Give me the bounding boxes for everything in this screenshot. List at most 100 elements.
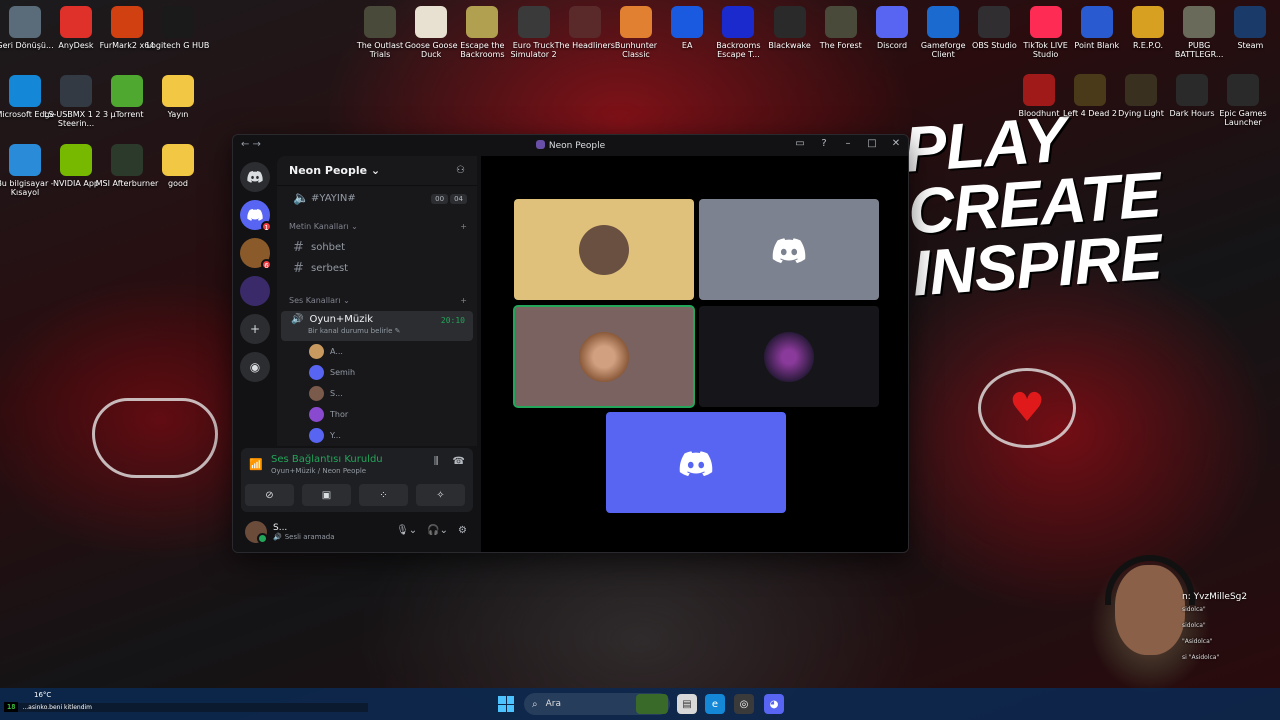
channel-label: sohbet <box>311 242 346 253</box>
folder-icon <box>162 144 194 176</box>
tiktok-icon <box>1029 6 1062 38</box>
desktop-shortcut[interactable]: Yayın <box>145 75 211 119</box>
logitech-icon <box>162 6 194 38</box>
direct-messages-icon[interactable] <box>240 162 270 192</box>
help-icon[interactable]: ? <box>818 138 830 149</box>
category-label: Metin Kanalları <box>289 221 349 231</box>
headphones-icon[interactable]: 🎧⌄ <box>427 525 448 536</box>
edge-icon[interactable]: e <box>705 694 725 714</box>
window-titlebar[interactable]: ← → Neon People ▭ ? – □ ✕ <box>233 135 908 156</box>
truck-icon <box>517 6 550 38</box>
add-channel-icon[interactable]: + <box>460 296 467 305</box>
voice-connection-panel: 📶 Ses Bağlantısı Kuruldu Oyun+Müzik / Ne… <box>241 448 473 512</box>
unread-badge: 6 <box>261 259 272 270</box>
furmark-icon <box>111 6 143 38</box>
blackwake-icon <box>773 6 806 38</box>
computer-icon <box>9 144 41 176</box>
file-explorer-icon[interactable]: ▤ <box>677 694 697 714</box>
pubg-icon <box>1183 6 1216 38</box>
widget-icon[interactable] <box>636 694 668 714</box>
recycle-bin-icon <box>9 6 41 38</box>
obs-icon[interactable]: ◎ <box>734 694 754 714</box>
participant-tile[interactable] <box>699 199 879 300</box>
screen-share-button[interactable]: ▣ <box>302 484 351 506</box>
signal-icon[interactable]: 📶 <box>249 458 263 471</box>
channel-sohbet[interactable]: # sohbet <box>281 237 473 258</box>
participant-tile[interactable] <box>514 199 694 300</box>
user-count: 00 <box>431 193 449 204</box>
connection-status[interactable]: Ses Bağlantısı Kuruldu <box>271 454 383 465</box>
participant-tile[interactable] <box>699 306 879 407</box>
desktop-shortcut[interactable]: Steam <box>1217 6 1280 50</box>
close-button[interactable]: ✕ <box>890 138 902 149</box>
nvidia-icon <box>60 144 92 176</box>
voice-user[interactable]: S... <box>277 383 477 404</box>
desktop-shortcut[interactable]: good <box>145 144 211 188</box>
desktop-shortcut[interactable]: Epic Games Launcher <box>1210 74 1276 127</box>
gameforge-icon <box>927 6 960 38</box>
search-placeholder: Ara <box>545 699 561 709</box>
anydesk-icon <box>60 6 92 38</box>
category-text[interactable]: Metin Kanalları ⌄ + <box>277 215 477 237</box>
voice-user[interactable]: A... <box>277 341 477 362</box>
bloodhunt-icon <box>1023 74 1055 106</box>
username[interactable]: S... <box>273 523 335 533</box>
discord-taskbar-icon[interactable]: ◕ <box>764 694 784 714</box>
invite-icon[interactable]: ⚇ <box>456 165 465 176</box>
server-avatar-1[interactable]: 1 <box>240 200 272 232</box>
voice-user[interactable]: Y... <box>277 425 477 446</box>
server-avatar-neon-people[interactable] <box>240 276 270 306</box>
hash-icon: # <box>293 240 304 255</box>
windows-start-icon[interactable] <box>498 696 514 712</box>
server-header[interactable]: Neon People ⌄ ⚇ <box>277 156 477 186</box>
channel-serbest[interactable]: # serbest <box>281 258 473 279</box>
participant-tile[interactable] <box>606 412 786 513</box>
voice-channel-active[interactable]: 🔊 Oyun+Müzik 20:10 Bir kanal durumu belir… <box>281 311 473 341</box>
weather-widget[interactable]: 16°C <box>34 691 368 699</box>
avatar[interactable] <box>245 521 268 544</box>
backrooms-icon <box>466 6 499 38</box>
msi-icon <box>111 144 143 176</box>
disconnect-icon[interactable]: ☎ <box>453 456 465 467</box>
voice-user-name: Thor <box>330 410 349 419</box>
voice-user[interactable]: Semih <box>277 362 477 383</box>
desktop-shortcut[interactable]: Logitech G HUB <box>145 6 211 50</box>
activities-button[interactable]: ⁘ <box>359 484 408 506</box>
microphone-icon[interactable]: 🎙⌄ <box>396 525 417 536</box>
channel-status[interactable]: Bir kanal durumu belirle <box>308 327 392 335</box>
outlast-icon <box>364 6 396 38</box>
avatar <box>309 407 324 422</box>
category-voice[interactable]: Ses Kanalları ⌄ + <box>277 289 477 311</box>
add-server-icon[interactable]: + <box>240 314 270 344</box>
discord-window[interactable]: ← → Neon People ▭ ? – □ ✕ 1 6 + ◉ Neon P… <box>232 134 909 553</box>
camera-button[interactable]: ⊘ <box>245 484 294 506</box>
discover-icon[interactable]: ◉ <box>240 352 270 382</box>
shortcut-label: Steam <box>1237 41 1264 50</box>
inbox-icon[interactable]: ▭ <box>794 138 806 149</box>
channel-yayin[interactable]: 🔈 #YAYIN# 00 04 <box>281 188 473 209</box>
server-avatar-2[interactable]: 6 <box>240 238 272 270</box>
settings-gear-icon[interactable]: ⚙ <box>458 525 467 536</box>
maximize-button[interactable]: □ <box>866 138 878 149</box>
minimize-button[interactable]: – <box>842 138 854 149</box>
user-panel: S... 🔊 Sesli aramada 🎙⌄ 🎧⌄ ⚙ <box>241 516 473 548</box>
steam-icon <box>1234 6 1267 38</box>
forest-icon <box>824 6 857 38</box>
channel-label: serbest <box>311 263 349 274</box>
category-label: Ses Kanalları <box>289 295 341 305</box>
voice-status-icon: 🔊 <box>273 533 282 541</box>
soundboard-button[interactable]: ✧ <box>416 484 465 506</box>
discord-icon <box>679 450 713 476</box>
streamer-face <box>1115 565 1185 655</box>
participant-tile-speaking[interactable] <box>513 305 695 408</box>
noise-suppression-icon[interactable]: ⫼ <box>434 456 439 467</box>
voice-user[interactable]: Thor <box>277 404 477 425</box>
chat-header: n: YvzMilleSg2 <box>1182 592 1248 602</box>
stream-chat-overlay: n: YvzMilleSg2 sidolca" sidolca" "Asidol… <box>1182 592 1247 666</box>
dyinglight-icon <box>1125 74 1157 106</box>
voice-stage <box>481 156 908 552</box>
shortcut-label: good <box>168 179 188 188</box>
avatar <box>309 344 324 359</box>
connection-channel[interactable]: Oyun+Müzik / Neon People <box>271 467 366 475</box>
add-channel-icon[interactable]: + <box>460 222 467 231</box>
